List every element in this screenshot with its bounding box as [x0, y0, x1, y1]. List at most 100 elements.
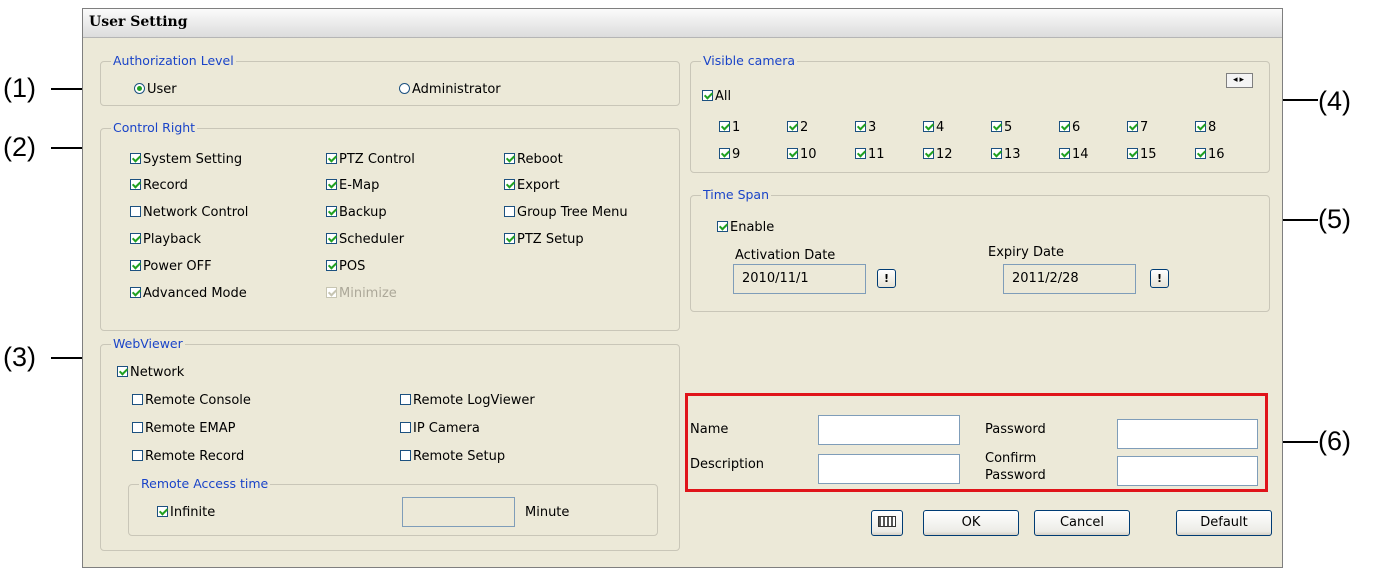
activation-calendar-button[interactable]: ! [877, 269, 896, 288]
checkbox-backup[interactable]: Backup [326, 205, 387, 220]
checkbox-indicator[interactable] [326, 260, 337, 271]
checkbox-indicator[interactable] [504, 153, 515, 164]
checkbox-indicator[interactable] [130, 153, 141, 164]
checkbox-indicator[interactable] [132, 422, 143, 433]
default-button[interactable]: Default [1176, 510, 1272, 536]
checkbox-indicator[interactable] [326, 153, 337, 164]
checkbox-camera-7[interactable]: 7 [1127, 120, 1148, 135]
checkbox-indicator[interactable] [1059, 121, 1070, 132]
checkbox-label: 6 [1072, 120, 1081, 135]
checkbox-camera-1[interactable]: 1 [719, 120, 740, 135]
checkbox-camera-6[interactable]: 6 [1059, 120, 1080, 135]
checkbox-power-off[interactable]: Power OFF [130, 259, 212, 274]
radio-administrator-indicator[interactable] [399, 83, 410, 94]
checkbox-indicator[interactable] [326, 233, 337, 244]
checkbox-camera-11[interactable]: 11 [855, 147, 885, 162]
checkbox-camera-4[interactable]: 4 [923, 120, 944, 135]
checkbox-group-tree-menu[interactable]: Group Tree Menu [504, 205, 628, 220]
checkbox-playback[interactable]: Playback [130, 232, 201, 247]
checkbox-reboot[interactable]: Reboot [504, 152, 563, 167]
checkbox-camera-16[interactable]: 16 [1195, 147, 1225, 162]
checkbox-indicator[interactable] [787, 148, 798, 159]
radio-user[interactable]: User [134, 82, 177, 97]
checkbox-remote-console[interactable]: Remote Console [132, 393, 251, 408]
checkbox-camera-15[interactable]: 15 [1127, 147, 1157, 162]
access-time-minutes-input[interactable] [402, 497, 515, 527]
checkbox-indicator[interactable] [117, 366, 128, 377]
checkbox-indicator[interactable] [130, 179, 141, 190]
checkbox-ip-camera[interactable]: IP Camera [400, 421, 480, 436]
checkbox-indicator[interactable] [787, 121, 798, 132]
callout-3: (3) [3, 342, 36, 372]
checkbox-label: POS [339, 259, 366, 274]
checkbox-indicator[interactable] [1059, 148, 1070, 159]
checkbox-indicator[interactable] [504, 233, 515, 244]
checkbox-indicator[interactable] [400, 394, 411, 405]
checkbox-indicator[interactable] [157, 506, 168, 517]
radio-user-indicator[interactable] [134, 83, 145, 94]
checkbox-camera-3[interactable]: 3 [855, 120, 876, 135]
checkbox-label: 8 [1208, 120, 1217, 135]
keyboard-icon [878, 516, 896, 527]
checkbox-indicator[interactable] [855, 121, 866, 132]
checkbox-indicator[interactable] [326, 206, 337, 217]
checkbox-network-control[interactable]: Network Control [130, 205, 248, 220]
checkbox-indicator[interactable] [130, 260, 141, 271]
checkbox-indicator[interactable] [1195, 121, 1206, 132]
checkbox-indicator[interactable] [719, 121, 730, 132]
checkbox-indicator[interactable] [1127, 121, 1138, 132]
cancel-button[interactable]: Cancel [1034, 510, 1130, 536]
radio-administrator[interactable]: Administrator [399, 82, 501, 97]
checkbox-network[interactable]: Network [117, 365, 184, 380]
checkbox-indicator[interactable] [130, 233, 141, 244]
checkbox-camera-2[interactable]: 2 [787, 120, 808, 135]
ok-button[interactable]: OK [923, 510, 1019, 536]
checkbox-remote-setup[interactable]: Remote Setup [400, 449, 505, 464]
activation-date-field[interactable]: 2010/11/1 [733, 264, 866, 294]
checkbox-ptz-setup[interactable]: PTZ Setup [504, 232, 584, 247]
checkbox-indicator[interactable] [504, 179, 515, 190]
checkbox-camera-8[interactable]: 8 [1195, 120, 1216, 135]
checkbox-system-setting[interactable]: System Setting [130, 152, 242, 167]
checkbox-indicator[interactable] [132, 394, 143, 405]
checkbox-camera-9[interactable]: 9 [719, 147, 740, 162]
checkbox-scheduler[interactable]: Scheduler [326, 232, 404, 247]
checkbox-indicator[interactable] [991, 148, 1002, 159]
checkbox-camera-5[interactable]: 5 [991, 120, 1012, 135]
checkbox-indicator[interactable] [130, 287, 141, 298]
checkbox-indicator[interactable] [400, 450, 411, 461]
checkbox-enable[interactable]: Enable [717, 220, 774, 235]
checkbox-indicator[interactable] [855, 148, 866, 159]
checkbox-indicator[interactable] [1195, 148, 1206, 159]
checkbox-indicator[interactable] [991, 121, 1002, 132]
checkbox-remote-record[interactable]: Remote Record [132, 449, 244, 464]
checkbox-e-map[interactable]: E-Map [326, 178, 379, 193]
checkbox-export[interactable]: Export [504, 178, 560, 193]
checkbox-camera-13[interactable]: 13 [991, 147, 1021, 162]
checkbox-indicator[interactable] [504, 206, 515, 217]
checkbox-camera-14[interactable]: 14 [1059, 147, 1089, 162]
expiry-date-field[interactable]: 2011/2/28 [1003, 264, 1136, 294]
checkbox-remote-emap[interactable]: Remote EMAP [132, 421, 235, 436]
keyboard-button[interactable] [871, 510, 903, 536]
checkbox-indicator[interactable] [717, 221, 728, 232]
checkbox-indicator[interactable] [923, 148, 934, 159]
checkbox-indicator[interactable] [130, 206, 141, 217]
checkbox-infinite[interactable]: Infinite [157, 505, 215, 520]
checkbox-record[interactable]: Record [130, 178, 188, 193]
checkbox-indicator[interactable] [400, 422, 411, 433]
checkbox-camera-12[interactable]: 12 [923, 147, 953, 162]
checkbox-indicator[interactable] [326, 179, 337, 190]
checkbox-indicator[interactable] [132, 450, 143, 461]
checkbox-camera-10[interactable]: 10 [787, 147, 817, 162]
checkbox-ptz-control[interactable]: PTZ Control [326, 152, 415, 167]
remote-access-time-legend: Remote Access time [139, 476, 271, 492]
checkbox-pos[interactable]: POS [326, 259, 365, 274]
checkbox-indicator[interactable] [1127, 148, 1138, 159]
expiry-calendar-button[interactable]: ! [1150, 269, 1169, 288]
checkbox-advanced-mode[interactable]: Advanced Mode [130, 286, 247, 301]
checkbox-remote-logviewer[interactable]: Remote LogViewer [400, 393, 535, 408]
checkbox-indicator[interactable] [719, 148, 730, 159]
radio-user-label: User [147, 82, 177, 97]
checkbox-indicator[interactable] [923, 121, 934, 132]
